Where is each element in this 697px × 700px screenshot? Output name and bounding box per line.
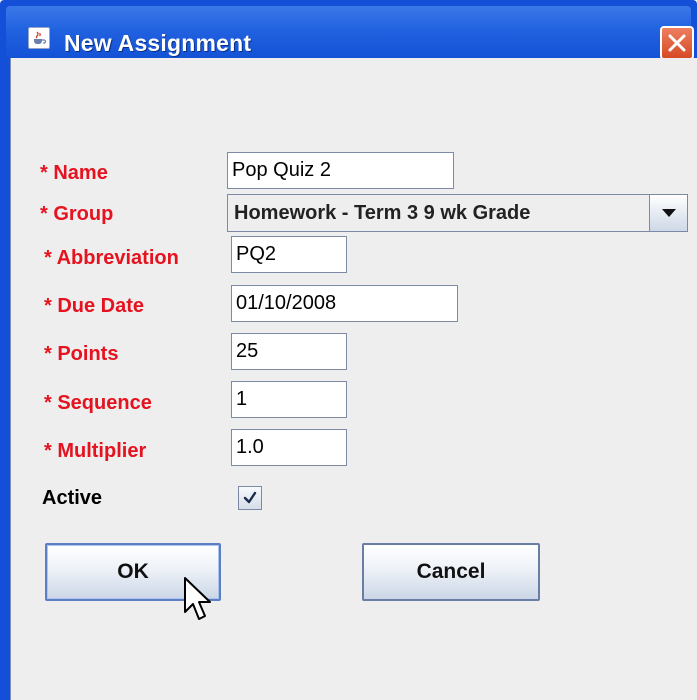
sequence-input[interactable] <box>231 381 347 418</box>
close-button[interactable] <box>660 26 694 60</box>
group-dropdown-button[interactable] <box>649 195 687 231</box>
due-date-label: * Due Date <box>44 295 145 317</box>
mouse-pointer-icon <box>183 576 213 627</box>
due-date-input[interactable] <box>231 285 458 322</box>
java-cup-icon <box>28 27 50 49</box>
window-title: New Assignment <box>64 30 252 56</box>
name-label: * Name <box>40 162 108 184</box>
close-icon <box>668 34 686 52</box>
points-input[interactable] <box>231 333 347 370</box>
abbreviation-label: * Abbreviation <box>44 247 179 269</box>
group-label: * Group <box>40 203 114 225</box>
chevron-down-icon <box>662 209 676 217</box>
group-select[interactable]: Homework - Term 3 9 wk Grade <box>227 194 688 232</box>
multiplier-label: * Multiplier <box>44 440 147 462</box>
checkmark-icon <box>243 491 257 504</box>
group-selected-value: Homework - Term 3 9 wk Grade <box>234 202 531 224</box>
title-bar[interactable]: New Assignment <box>6 6 694 60</box>
dialog-content: * Name * Group Homework - Term 3 9 wk Gr… <box>10 58 697 700</box>
name-input[interactable] <box>227 152 454 189</box>
abbreviation-input[interactable] <box>231 236 347 273</box>
cancel-button[interactable]: Cancel <box>362 543 540 601</box>
points-label: * Points <box>44 343 119 365</box>
active-checkbox[interactable] <box>238 486 262 510</box>
active-label: Active <box>42 487 103 509</box>
window-frame: New Assignment * Name * Group Homework -… <box>0 0 697 700</box>
sequence-label: * Sequence <box>44 392 152 414</box>
multiplier-input[interactable] <box>231 429 347 466</box>
